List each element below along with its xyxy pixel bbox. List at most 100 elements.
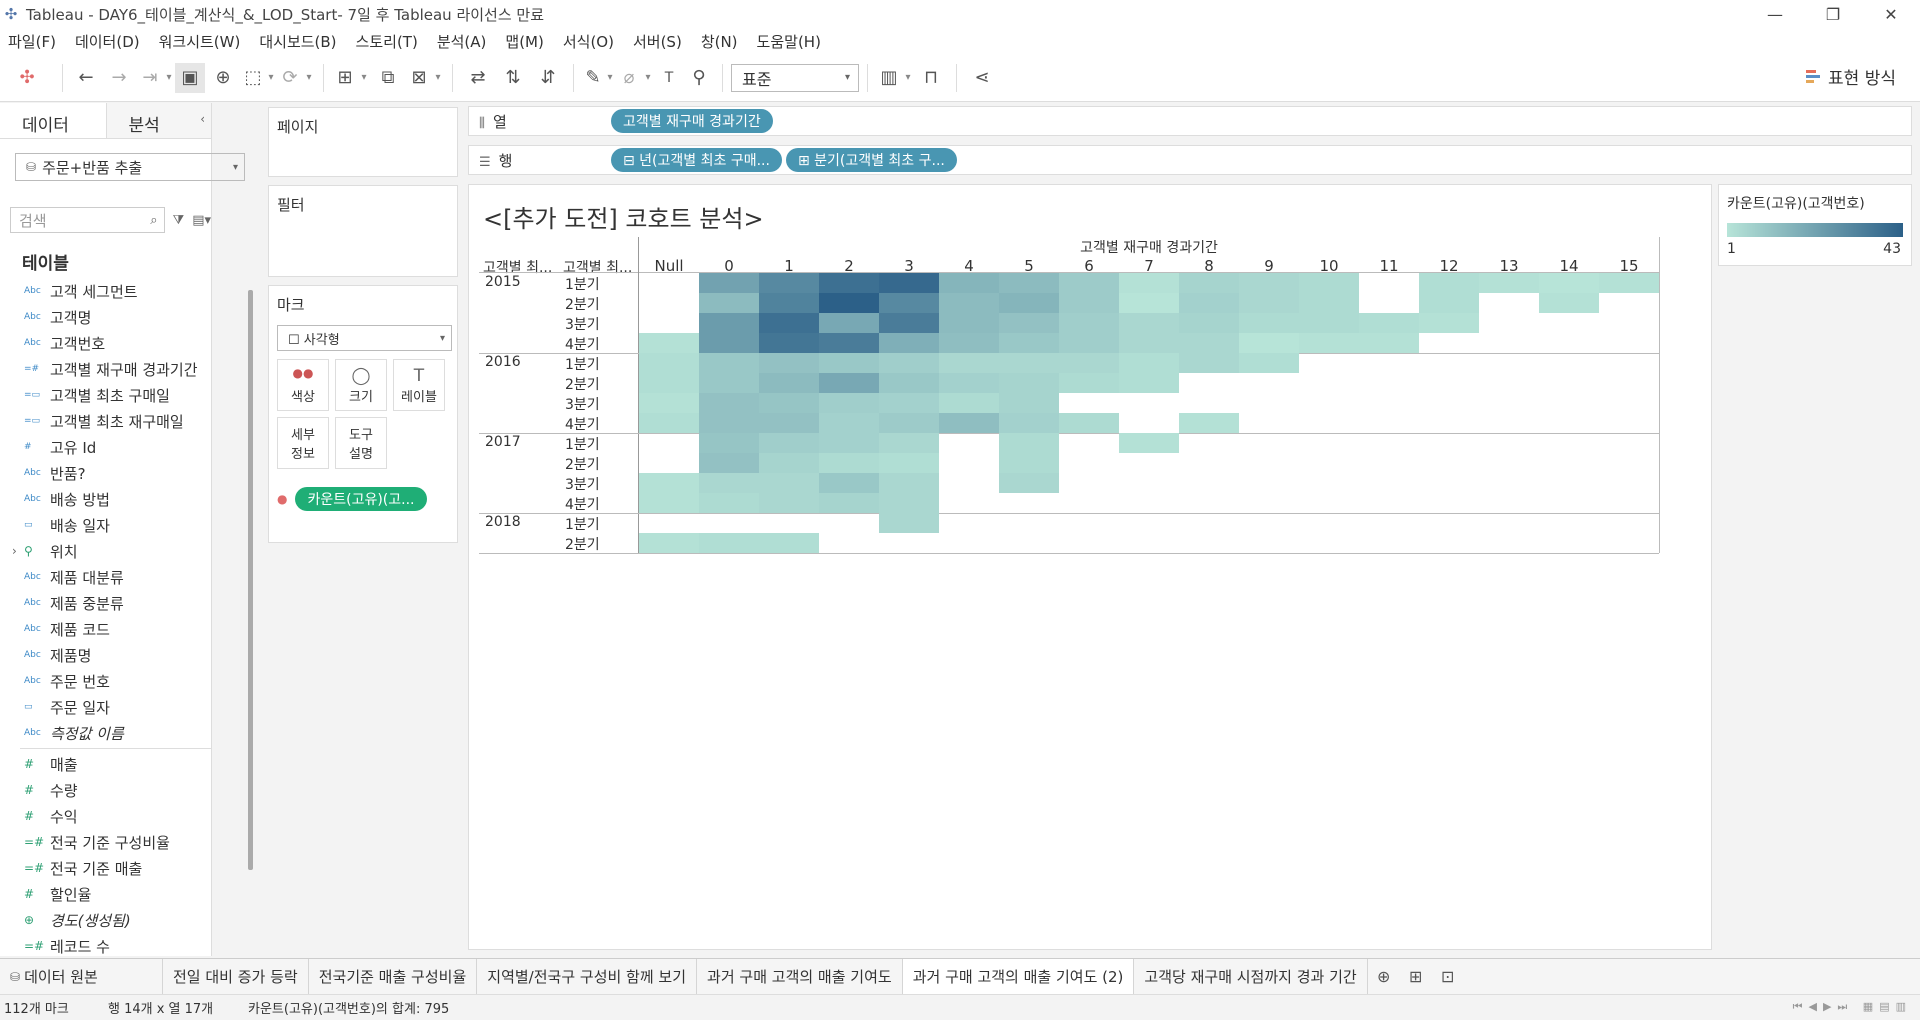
dimension-field[interactable]: ▭ 배송 일자 [0,512,211,538]
sheet-tab[interactable]: 과거 구매 고객의 매출 기여도 [697,958,903,995]
pause-dropdown-icon[interactable]: ▾ [265,63,277,93]
heatmap-cell[interactable] [1119,313,1179,333]
heatmap-cell[interactable] [1479,273,1539,293]
tableau-home-icon[interactable]: ✣ [0,63,54,93]
color-field-pill[interactable]: 카운트(고유)(고... [295,487,427,511]
heatmap-cell[interactable] [1299,313,1359,333]
heatmap-cell[interactable] [1299,293,1359,313]
heatmap-cell[interactable] [759,293,819,313]
heatmap-cell[interactable] [759,313,819,333]
heatmap-cell[interactable] [639,353,699,373]
minimize-button[interactable]: — [1746,0,1804,28]
dimension-field[interactable]: Abc 제품명 [0,642,211,668]
heatmap-cell[interactable] [699,353,759,373]
collapse-icon[interactable]: ‹ [200,112,205,126]
heatmap-cell[interactable] [1179,273,1239,293]
heatmap-cell[interactable] [699,293,759,313]
heatmap-cell[interactable] [879,493,939,513]
new-worksheet-tab-icon[interactable]: ⊕ [1368,959,1400,995]
heatmap-cell[interactable] [759,353,819,373]
columns-pill[interactable]: 고객별 재구매 경과기간 [611,109,773,133]
heatmap-cell[interactable] [639,413,699,433]
heatmap-cell[interactable] [1179,333,1239,353]
menu-server[interactable]: 서버(S) [633,31,682,52]
measure-field[interactable]: # 매출 [0,751,211,777]
heatmap-cell[interactable] [699,313,759,333]
heatmap-cell[interactable] [1239,313,1299,333]
measure-field[interactable]: # 수량 [0,777,211,803]
heatmap-cell[interactable] [939,373,999,393]
menu-format[interactable]: 서식(O) [563,31,614,52]
sheet-tab[interactable]: 전일 대비 증가 등락 [163,958,309,995]
heatmap-cell[interactable] [1119,333,1179,353]
heatmap-cell[interactable] [1359,333,1419,353]
heatmap-cell[interactable] [699,473,759,493]
heatmap-cell[interactable] [819,473,879,493]
mark-type-dropdown[interactable]: ☐ 사각형 ▾ [277,325,452,351]
swap-rows-columns-icon[interactable]: ⇄ [461,63,495,93]
heatmap-cell[interactable] [879,453,939,473]
year-label[interactable]: 2016 [485,354,521,370]
heatmap-cell[interactable] [1179,293,1239,313]
heatmap-cell[interactable] [1119,273,1179,293]
heatmap-cell[interactable] [1059,293,1119,313]
measure-field[interactable]: =# 전국 기준 구성비율 [0,829,211,855]
duplicate-sheet-icon[interactable]: ⧉ [370,63,406,93]
dimension-field[interactable]: # 고유 Id [0,434,211,460]
sheet-tab[interactable]: 과거 구매 고객의 매출 기여도 (2) [902,958,1135,995]
heatmap-cell[interactable] [1299,273,1359,293]
heatmap-cell[interactable] [999,333,1059,353]
search-input[interactable]: 검색 ⌕ [10,207,165,233]
heatmap-cell[interactable] [879,473,939,493]
heatmap-cell[interactable] [939,413,999,433]
highlight-dropdown-icon[interactable]: ▾ [604,63,616,93]
new-dashboard-tab-icon[interactable]: ⊞ [1400,959,1432,995]
new-datasource-icon[interactable]: ⊕ [205,63,241,93]
heatmap-cell[interactable] [1179,313,1239,333]
heatmap-cell[interactable] [1239,353,1299,373]
quarter-label[interactable]: 1분기 [565,274,600,294]
rows-pill-year[interactable]: ⊟ 년(고객별 최초 구매... [611,148,782,172]
refresh-icon[interactable]: ⟳ [277,63,303,93]
heatmap-cell[interactable] [1239,293,1299,313]
heatmap-cell[interactable] [759,393,819,413]
heatmap-cell[interactable] [879,433,939,453]
label-button[interactable]: T 레이블 [393,359,445,411]
filters-card[interactable]: 필터 [268,185,458,277]
measure-field[interactable]: =# 전국 기준 매출 [0,855,211,881]
data-pane-scrollbar[interactable] [248,290,253,870]
refresh-dropdown-icon[interactable]: ▾ [303,63,315,93]
heatmap-cell[interactable] [819,493,879,513]
size-button[interactable]: ◯ 크기 [335,359,387,411]
heatmap-cell[interactable] [939,353,999,373]
heatmap-cell[interactable] [999,473,1059,493]
heatmap-cell[interactable] [1179,353,1239,373]
heatmap-cell[interactable] [1059,353,1119,373]
heatmap-cell[interactable] [639,473,699,493]
heatmap-cell[interactable] [879,373,939,393]
heatmap-cell[interactable] [759,453,819,473]
heatmap-cell[interactable] [1239,333,1299,353]
quarter-label[interactable]: 1분기 [565,434,600,454]
heatmap-cell[interactable] [999,273,1059,293]
dimension-field[interactable]: Abc 배송 방법 [0,486,211,512]
menu-analysis[interactable]: 분석(A) [437,31,487,52]
dimension-field[interactable]: Abc 고객명 [0,304,211,330]
dimension-field[interactable]: Abc 고객 세그먼트 [0,278,211,304]
heatmap-cell[interactable] [699,273,759,293]
heatmap-cell[interactable] [639,373,699,393]
heatmap-cell[interactable] [1419,313,1479,333]
dimension-field[interactable]: Abc 주문 번호 [0,668,211,694]
dimension-field[interactable]: =▭ 고객별 최초 재구매일 [0,408,211,434]
heatmap-cell[interactable] [699,493,759,513]
undo-icon[interactable]: ← [71,63,101,93]
heatmap-cell[interactable] [879,393,939,413]
heatmap-cell[interactable] [999,433,1059,453]
heatmap-cell[interactable] [759,333,819,353]
heatmap-cell[interactable] [699,533,759,553]
dimension-field[interactable]: Abc 제품 코드 [0,616,211,642]
heatmap-cell[interactable] [999,293,1059,313]
heatmap-cell[interactable] [699,333,759,353]
heatmap-cell[interactable] [819,273,879,293]
dimension-field[interactable]: =▭ 고객별 최초 구매일 [0,382,211,408]
